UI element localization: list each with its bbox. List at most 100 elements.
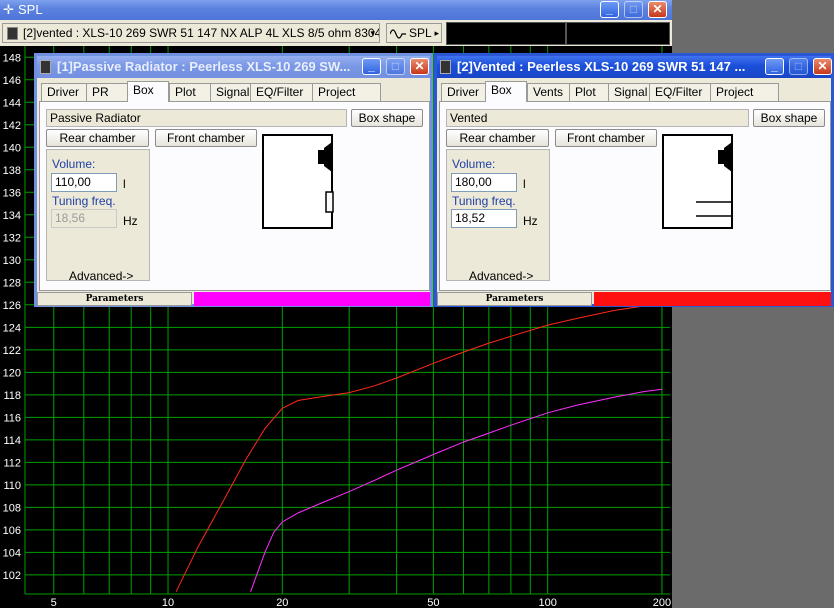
tuning-freq-label: Tuning freq. <box>52 194 116 208</box>
volume-unit: l <box>523 177 526 191</box>
series-line-passive-radiator <box>250 388 663 592</box>
tuning-freq-unit: Hz <box>123 214 138 228</box>
y-tick-label: 134 <box>3 210 21 222</box>
box-shape-button[interactable]: Box shape <box>351 109 423 127</box>
close-icon[interactable]: ✕ <box>410 58 429 75</box>
volume-label: Volume: <box>52 157 96 171</box>
window-title: [2]Vented : Peerless XLS-10 269 SWR 51 1… <box>457 59 746 74</box>
plot-type-value: SPL <box>409 26 432 40</box>
tab-eq-filter[interactable]: EQ/Filter <box>250 83 314 101</box>
y-tick-label: 146 <box>3 75 21 87</box>
speaker-icon <box>40 60 51 74</box>
box-diagram <box>262 134 334 229</box>
window-title: SPL <box>18 2 43 17</box>
volume-unit: l <box>123 177 126 191</box>
maximize-icon[interactable]: □ <box>789 58 808 75</box>
y-tick-label: 112 <box>3 457 21 469</box>
box-shape-button[interactable]: Box shape <box>753 109 825 127</box>
volume-input[interactable]: 110,00 <box>51 173 117 192</box>
window-title: [1]Passive Radiator : Peerless XLS-10 26… <box>57 59 351 74</box>
rear-chamber-button[interactable]: Rear chamber <box>46 129 149 147</box>
tab-vents[interactable]: Vents <box>527 83 570 101</box>
minimize-icon[interactable]: _ <box>600 1 619 18</box>
close-icon[interactable]: ✕ <box>813 58 832 75</box>
box-type-field: Passive Radiator <box>46 109 347 127</box>
tab-plot[interactable]: Plot <box>169 83 211 101</box>
maximize-icon[interactable]: □ <box>624 1 643 18</box>
tab-driver[interactable]: Driver <box>441 83 486 101</box>
box-type-field: Vented <box>446 109 749 127</box>
y-tick-label: 126 <box>3 300 21 312</box>
y-tick-label: 130 <box>3 255 21 267</box>
x-tick-label: 50 <box>427 597 439 608</box>
front-chamber-button[interactable]: Front chamber <box>155 129 257 147</box>
series-line-vented <box>175 304 663 592</box>
plot-type-select[interactable]: SPL ▸ <box>386 23 442 43</box>
advanced-button[interactable]: Advanced-> <box>69 269 133 283</box>
y-tick-label: 128 <box>3 277 21 289</box>
parameters-label: Parameters <box>37 292 192 306</box>
series-color-swatch <box>594 292 831 306</box>
tab-project[interactable]: Project <box>710 83 779 101</box>
y-tick-label: 110 <box>3 480 21 492</box>
status-bar: Parameters <box>437 292 831 306</box>
status-bar: Parameters <box>37 292 430 306</box>
speaker-icon <box>440 60 451 74</box>
chamber-parameters-group: Volume: 110,00 l Tuning freq. 18,56 Hz A… <box>46 149 150 283</box>
tab-project[interactable]: Project <box>312 83 381 101</box>
vented-window: [2]Vented : Peerless XLS-10 269 SWR 51 1… <box>434 53 834 307</box>
minimize-icon[interactable]: _ <box>765 58 784 75</box>
chevron-down-icon: ▾ <box>370 28 375 38</box>
close-icon[interactable]: ✕ <box>648 1 667 18</box>
y-tick-label: 124 <box>3 322 21 334</box>
tab-pr[interactable]: PR <box>86 83 128 101</box>
y-tick-label: 114 <box>3 435 21 447</box>
y-tick-label: 104 <box>3 547 21 559</box>
tuning-freq-input: 18,56 <box>51 209 117 228</box>
series-color-swatch <box>194 292 430 306</box>
tab-plot[interactable]: Plot <box>569 83 609 101</box>
sine-wave-icon <box>390 29 406 39</box>
speaker-icon <box>7 27 18 40</box>
y-tick-label: 144 <box>3 97 21 109</box>
tab-signal[interactable]: Signal <box>608 83 650 101</box>
maximize-icon[interactable]: □ <box>386 58 405 75</box>
volume-input[interactable]: 180,00 <box>451 173 517 192</box>
y-tick-label: 148 <box>3 52 21 64</box>
driver-select[interactable]: [2]vented : XLS-10 269 SWR 51 147 NX ALP… <box>2 23 380 43</box>
advanced-button[interactable]: Advanced-> <box>469 269 533 283</box>
volume-label: Volume: <box>452 157 496 171</box>
y-tick-label: 102 <box>3 570 21 582</box>
tuning-freq-unit: Hz <box>523 214 538 228</box>
chevron-right-icon: ▸ <box>434 28 439 38</box>
tab-box[interactable]: Box <box>485 81 527 102</box>
tab-signal[interactable]: Signal <box>210 83 251 101</box>
x-tick-label: 5 <box>51 597 57 608</box>
cursor-readout-level <box>566 22 670 45</box>
x-tick-label: 20 <box>276 597 288 608</box>
front-chamber-button[interactable]: Front chamber <box>555 129 657 147</box>
passive-radiator-window: [1]Passive Radiator : Peerless XLS-10 26… <box>34 53 433 307</box>
spl-titlebar[interactable]: ✛ SPL _ □ ✕ <box>0 0 672 20</box>
tuning-freq-input[interactable]: 18,52 <box>451 209 517 228</box>
tab-driver[interactable]: Driver <box>41 83 87 101</box>
vented-titlebar[interactable]: [2]Vented : Peerless XLS-10 269 SWR 51 1… <box>437 56 832 78</box>
y-tick-label: 140 <box>3 142 21 154</box>
tuning-freq-label: Tuning freq. <box>452 194 516 208</box>
y-tick-label: 122 <box>3 345 21 357</box>
chamber-parameters-group: Volume: 180,00 l Tuning freq. 18,52 Hz A… <box>446 149 550 283</box>
y-tick-label: 116 <box>3 412 21 424</box>
passive-radiator-titlebar[interactable]: [1]Passive Radiator : Peerless XLS-10 26… <box>37 56 430 78</box>
box-diagram <box>662 134 733 229</box>
tab-box[interactable]: Box <box>127 81 169 102</box>
driver-select-value: [2]vented : XLS-10 269 SWR 51 147 NX ALP… <box>23 26 380 40</box>
x-tick-label: 100 <box>538 597 556 608</box>
x-tick-label: 200 <box>653 597 671 608</box>
tab-eq-filter[interactable]: EQ/Filter <box>649 83 712 101</box>
y-tick-label: 120 <box>3 367 21 379</box>
parameters-label: Parameters <box>437 292 592 306</box>
rear-chamber-button[interactable]: Rear chamber <box>446 129 549 147</box>
app-icon: ✛ <box>3 2 14 17</box>
minimize-icon[interactable]: _ <box>362 58 381 75</box>
y-tick-label: 142 <box>3 120 21 132</box>
